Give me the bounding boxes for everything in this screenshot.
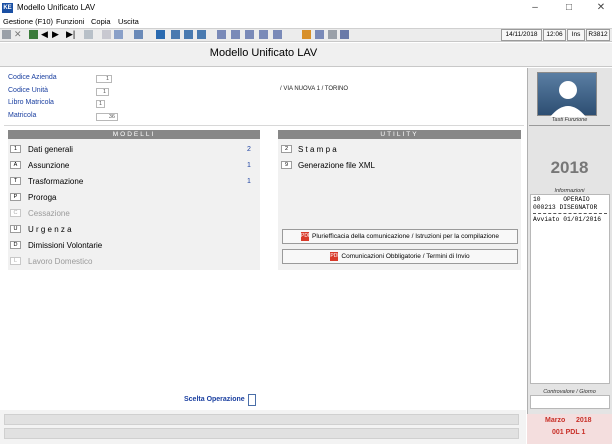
key-trasformazione[interactable]: T bbox=[10, 177, 21, 185]
item-dati-generali[interactable]: Dati generali bbox=[28, 145, 73, 154]
sum-icon[interactable] bbox=[217, 30, 226, 39]
plurieffcacia-label: Plurieffìcacia della comunicazione / Ist… bbox=[311, 233, 500, 240]
count-dati-generali: 2 bbox=[247, 146, 251, 153]
info-line-3: Avviato 01/01/2016 bbox=[533, 216, 602, 223]
status-time: 12:06 bbox=[543, 29, 566, 41]
info-line-2: 000213 DISEGNATOR bbox=[533, 203, 598, 211]
mail-icon[interactable] bbox=[134, 30, 143, 39]
delete-icon[interactable]: ✕ bbox=[14, 30, 23, 39]
calc-icon[interactable] bbox=[231, 30, 240, 39]
key-proroga[interactable]: P bbox=[10, 193, 21, 201]
info-box: 10 OPERAIO 000213 DISEGNATOR Avviato 01/… bbox=[530, 194, 610, 384]
window-title: Modello Unificato LAV bbox=[17, 3, 96, 12]
label-libro-matricola: Libro Matricola bbox=[8, 99, 54, 106]
key-urgenza[interactable]: U bbox=[10, 225, 21, 233]
item-assunzione[interactable]: Assunzione bbox=[28, 161, 69, 170]
print-icon[interactable] bbox=[84, 30, 93, 39]
minimize-icon[interactable]: – bbox=[528, 2, 542, 14]
grid-icon[interactable] bbox=[171, 30, 180, 39]
pdl-label: 001 PDL 1 bbox=[552, 429, 586, 436]
scelta-operazione-input[interactable] bbox=[248, 394, 256, 406]
info-line-1: 10 OPERAIO bbox=[533, 196, 590, 203]
year-display: 2018 bbox=[550, 158, 589, 177]
page-title: Modello Unificato LAV bbox=[209, 47, 318, 59]
status-date: 14/11/2018 bbox=[501, 29, 542, 41]
status-bar-1 bbox=[4, 414, 519, 425]
key-assunzione[interactable]: A bbox=[10, 161, 21, 169]
menu-uscita[interactable]: Uscita bbox=[118, 17, 139, 26]
field-libro-matricola[interactable]: 1 bbox=[96, 100, 105, 108]
new-icon[interactable] bbox=[2, 30, 11, 39]
key-lavoro-domestico: L bbox=[10, 257, 21, 265]
export-icon[interactable] bbox=[273, 30, 282, 39]
dashed-divider bbox=[533, 213, 607, 214]
label-codice-unita: Codice Unità bbox=[8, 87, 49, 94]
key-dimissioni[interactable]: D bbox=[10, 241, 21, 249]
field-codice-unita[interactable]: 1 bbox=[96, 88, 109, 96]
info-icon[interactable] bbox=[340, 30, 349, 39]
avatar[interactable] bbox=[537, 72, 597, 117]
paste-icon[interactable] bbox=[114, 30, 123, 39]
count-trasformazione: 1 bbox=[247, 178, 251, 185]
label-matricola: Matricola bbox=[8, 112, 37, 119]
key-dati-generali[interactable]: 1 bbox=[10, 145, 21, 153]
arrow-right-icon[interactable]: ▶ bbox=[52, 30, 61, 39]
help-icon[interactable] bbox=[315, 30, 324, 39]
comunicazioni-button[interactable]: PDFComunicazioni Obbligatorie / Termini … bbox=[282, 249, 518, 264]
divider bbox=[4, 125, 524, 126]
count-assunzione: 1 bbox=[247, 162, 251, 169]
modelli-header: MODELLI bbox=[8, 130, 260, 139]
item-cessazione: Cessazione bbox=[28, 209, 70, 218]
status-code: R3812 bbox=[586, 29, 610, 41]
scelta-operazione-label: Scelta Operazione bbox=[184, 396, 245, 403]
item-lavoro-domestico: Lavoro Domestico bbox=[28, 257, 93, 266]
status-bar-2 bbox=[4, 428, 519, 439]
plurieffcacia-button[interactable]: PDFPlurieffìcacia della comunicazione / … bbox=[282, 229, 518, 244]
close-icon[interactable]: ✕ bbox=[594, 2, 608, 14]
app-icon: KE bbox=[2, 3, 13, 13]
key-xml[interactable]: 9 bbox=[281, 161, 292, 169]
status-mode: Ins bbox=[567, 29, 585, 41]
comunicazioni-label: Comunicazioni Obbligatorie / Termini di … bbox=[341, 253, 470, 260]
utility-header: UTILITY bbox=[278, 130, 521, 139]
info-area bbox=[4, 70, 524, 125]
item-stampa[interactable]: S t a m p a bbox=[298, 145, 337, 154]
arrow-left-icon[interactable]: ◀ bbox=[41, 30, 50, 39]
pdf-icon: PDF bbox=[330, 251, 341, 261]
avatar-caption: Tasti Funzione bbox=[551, 117, 588, 123]
field-codice-azienda[interactable]: 1 bbox=[96, 75, 112, 83]
item-dimissioni[interactable]: Dimissioni Volontarie bbox=[28, 241, 102, 250]
label-codice-azienda: Codice Azienda bbox=[8, 74, 57, 81]
item-generazione-xml[interactable]: Generazione file XML bbox=[298, 161, 375, 170]
user-icon bbox=[550, 81, 586, 117]
globe-icon[interactable] bbox=[302, 30, 311, 39]
month-label: Marzo bbox=[545, 417, 566, 424]
copy-icon[interactable] bbox=[102, 30, 111, 39]
list-icon[interactable] bbox=[197, 30, 206, 39]
address-text: / VIA NUOVA 1 / TORINO bbox=[280, 86, 349, 92]
attach-icon[interactable] bbox=[328, 30, 337, 39]
controvalore-box bbox=[530, 395, 610, 409]
table-icon[interactable] bbox=[184, 30, 193, 39]
last-icon[interactable]: ▶| bbox=[66, 30, 75, 39]
item-proroga[interactable]: Proroga bbox=[28, 193, 56, 202]
sort-icon[interactable] bbox=[259, 30, 268, 39]
search-icon[interactable] bbox=[156, 30, 165, 39]
menu-copia[interactable]: Copia bbox=[91, 17, 111, 26]
filter-icon[interactable] bbox=[245, 30, 254, 39]
menu-funzioni[interactable]: Funzioni bbox=[56, 17, 84, 26]
field-matricola[interactable]: 36 bbox=[96, 113, 118, 121]
exit-icon[interactable] bbox=[29, 30, 38, 39]
maximize-icon[interactable]: □ bbox=[562, 2, 576, 14]
month-year: 2018 bbox=[576, 417, 592, 424]
pdf-icon: PDF bbox=[300, 231, 311, 241]
item-urgenza[interactable]: U r g e n z a bbox=[28, 225, 72, 234]
key-stampa[interactable]: 2 bbox=[281, 145, 292, 153]
sidebar-divider bbox=[529, 125, 610, 126]
menu-gestione[interactable]: Gestione (F10) bbox=[3, 17, 53, 26]
key-cessazione: C bbox=[10, 209, 21, 217]
item-trasformazione[interactable]: Trasformazione bbox=[28, 177, 83, 186]
